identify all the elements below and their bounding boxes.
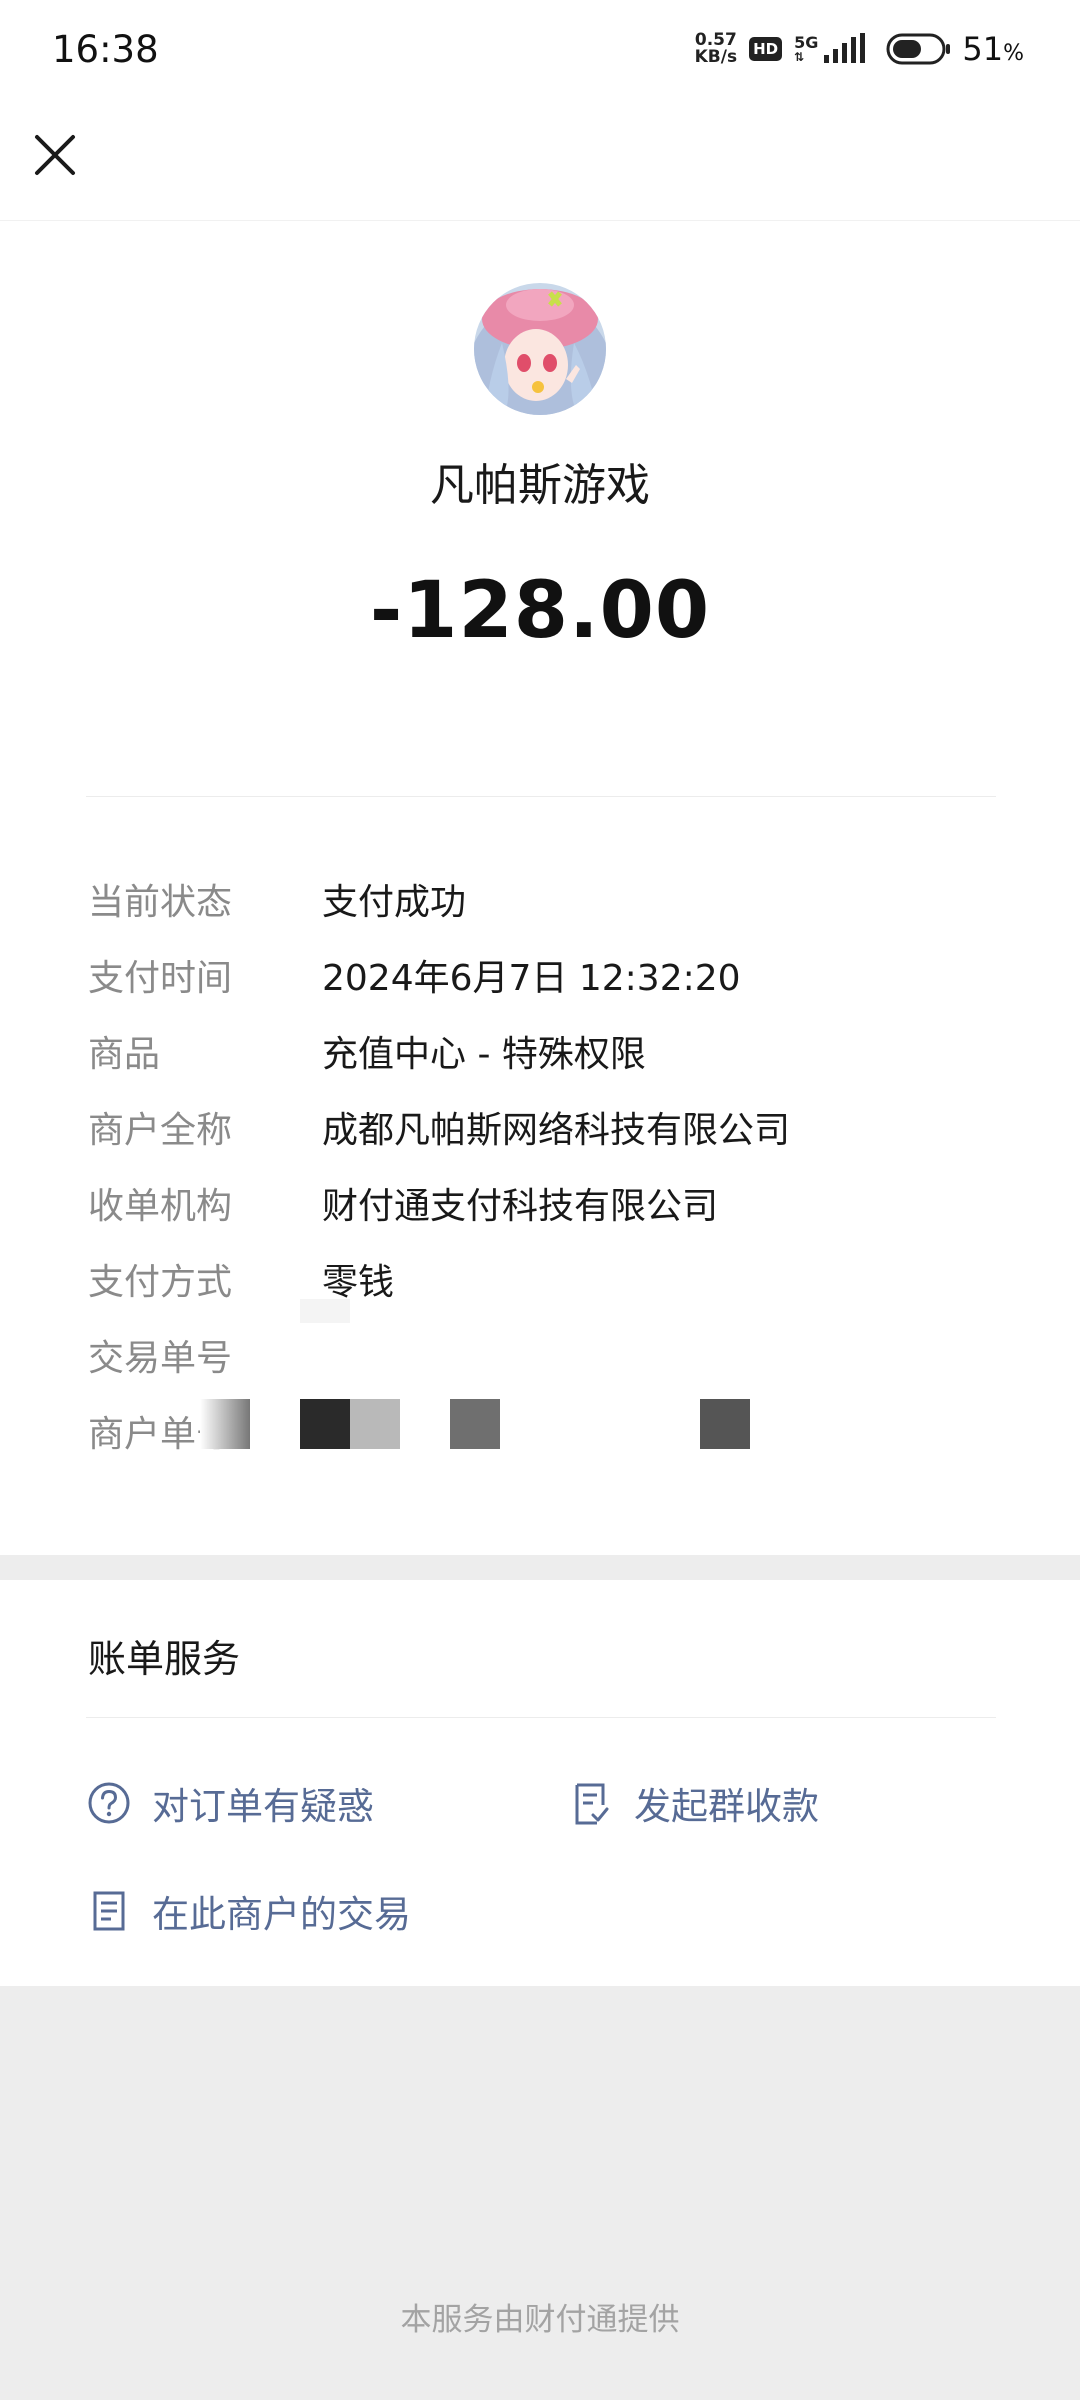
checklist-icon: [568, 1780, 614, 1826]
detail-row-product: 商品 充值中心 - 特殊权限: [88, 1013, 998, 1089]
question-circle-icon: [86, 1780, 132, 1826]
document-icon: [86, 1888, 132, 1934]
network-speed-unit: KB/s: [694, 47, 738, 67]
detail-label: 商户全称: [88, 1110, 233, 1151]
close-icon: [35, 135, 75, 175]
network-type: 5G ⇅: [794, 33, 819, 64]
payment-amount: -128.00: [369, 566, 711, 656]
card-divider: [86, 796, 996, 797]
detail-value: 成都凡帕斯网络科技有限公司: [322, 1110, 791, 1151]
status-bar: 16:38 0.57 KB/s HD 5G ⇅ 51%: [0, 0, 1080, 100]
detail-label: 商品: [88, 1034, 161, 1075]
detail-value: 充值中心 - 特殊权限: [322, 1034, 646, 1075]
redaction-mosaic: [300, 1399, 350, 1449]
battery-percent-value: 51: [962, 30, 1004, 68]
merchant-transactions-link[interactable]: 在此商户的交易: [86, 1884, 411, 1938]
battery-percent-unit: %: [1003, 41, 1024, 66]
detail-row-acquirer: 收单机构 财付通支付科技有限公司: [88, 1165, 998, 1241]
redaction-mosaic: [350, 1399, 400, 1449]
detail-row-merchant-full-name: 商户全称 成都凡帕斯网络科技有限公司: [88, 1089, 998, 1165]
detail-label: 支付时间: [88, 958, 233, 999]
bill-detail-card: 凡帕斯游戏 -128.00 当前状态 支付成功 支付时间 2024年6月7日 1…: [0, 221, 1080, 1555]
merchant-transactions-label: 在此商户的交易: [152, 1893, 411, 1936]
detail-row-status: 当前状态 支付成功: [88, 861, 998, 937]
network-speed: 0.57 KB/s: [695, 32, 737, 66]
detail-value: 零钱: [322, 1262, 395, 1303]
network-type-label: 5G: [794, 33, 819, 52]
detail-value: 支付成功: [322, 882, 467, 923]
detail-row-pay-method: 支付方式 零钱: [88, 1241, 998, 1317]
order-question-label: 对订单有疑惑: [152, 1785, 374, 1828]
detail-row-pay-time: 支付时间 2024年6月7日 12:32:20: [88, 937, 998, 1013]
group-collect-link[interactable]: 发起群收款: [568, 1776, 819, 1830]
bill-service-section: 账单服务 对订单有疑惑 发起群收款 在此商户的交易: [0, 1580, 1080, 1986]
order-question-link[interactable]: 对订单有疑惑: [86, 1776, 374, 1830]
detail-label: 收单机构: [88, 1186, 233, 1227]
redaction-mosaic: [700, 1399, 750, 1449]
battery-icon: [886, 33, 951, 65]
redaction-mosaic: [450, 1399, 500, 1449]
status-time: 16:38: [52, 28, 159, 71]
detail-row-transaction-id: 交易单号: [88, 1317, 998, 1393]
merchant-avatar: [474, 283, 606, 415]
header: [0, 100, 1080, 220]
redaction-mosaic: [200, 1399, 250, 1449]
merchant-name: 凡帕斯游戏: [430, 460, 650, 511]
service-title: 账单服务: [88, 1637, 241, 1681]
detail-label: 交易单号: [88, 1338, 233, 1379]
service-divider: [86, 1717, 996, 1718]
hd-icon: HD: [749, 37, 783, 61]
detail-value: 2024年6月7日 12:32:20: [322, 958, 741, 999]
battery-percent: 51%: [962, 30, 1024, 68]
group-collect-label: 发起群收款: [634, 1785, 819, 1828]
detail-label: 支付方式: [88, 1262, 233, 1303]
signal-icon: [824, 33, 866, 63]
redaction-mosaic: [300, 1299, 350, 1323]
detail-list: 当前状态 支付成功 支付时间 2024年6月7日 12:32:20 商品 充值中…: [88, 861, 998, 1469]
provider-footer: 本服务由财付通提供: [400, 2302, 680, 2338]
close-button[interactable]: [20, 120, 90, 190]
detail-value: 财付通支付科技有限公司: [322, 1186, 719, 1227]
detail-label: 当前状态: [88, 882, 233, 923]
status-icons: 0.57 KB/s HD 5G ⇅ 51%: [695, 26, 1024, 72]
